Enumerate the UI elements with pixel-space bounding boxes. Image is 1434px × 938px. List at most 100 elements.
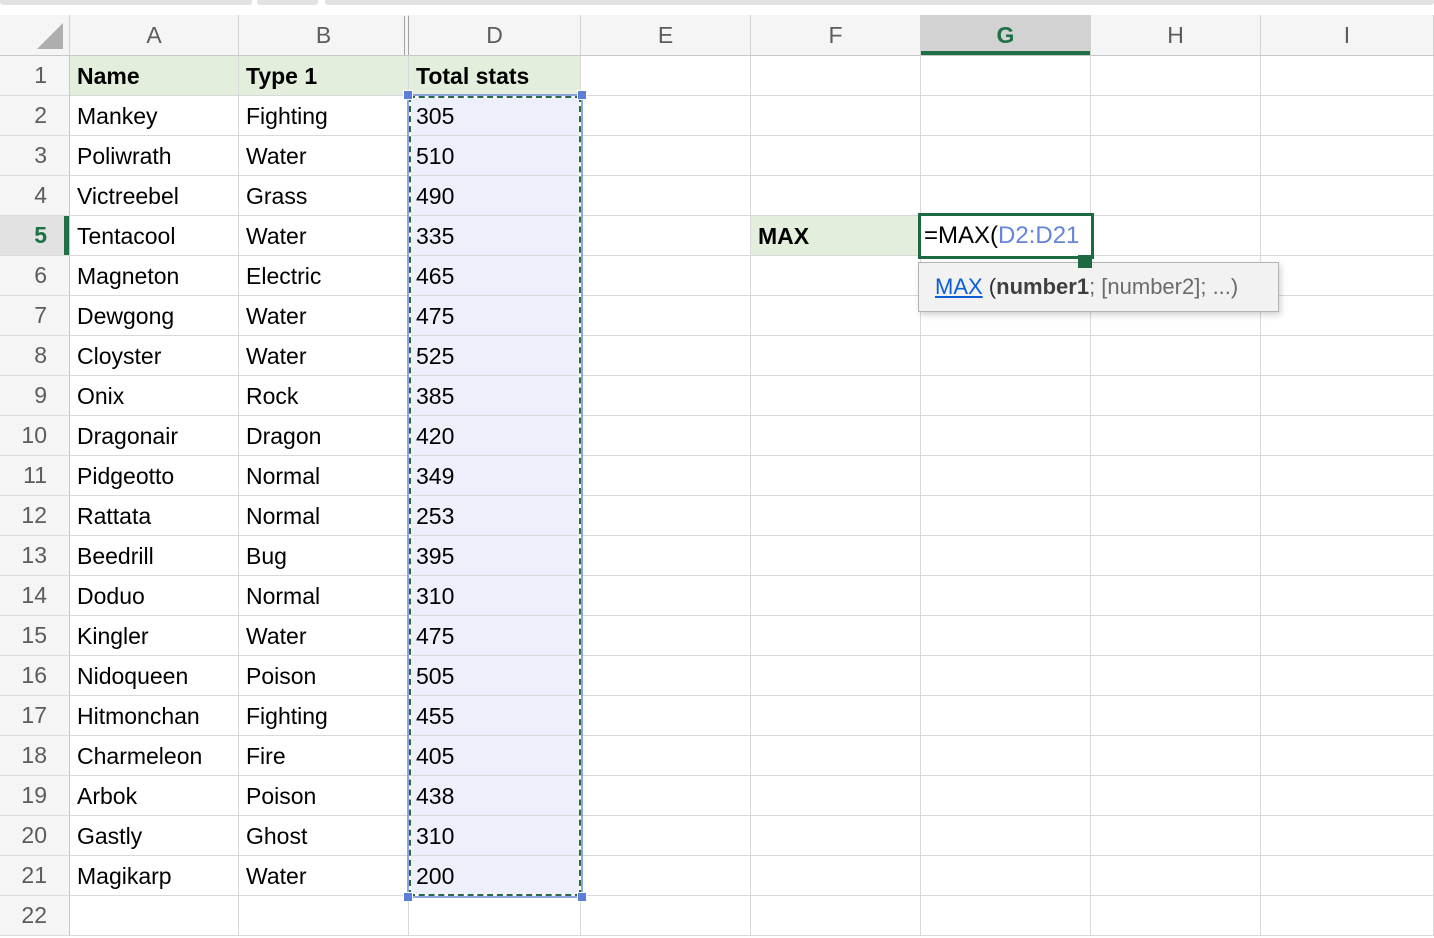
cell-H1[interactable] [1091, 56, 1261, 96]
cell-H12[interactable] [1091, 496, 1261, 536]
cell-H20[interactable] [1091, 816, 1261, 856]
cell-A22[interactable] [70, 896, 239, 936]
cell-A8[interactable]: Cloyster [70, 336, 239, 376]
cell-H18[interactable] [1091, 736, 1261, 776]
cell-G18[interactable] [921, 736, 1091, 776]
column-header-I[interactable]: I [1261, 15, 1434, 56]
cell-H15[interactable] [1091, 616, 1261, 656]
column-header-E[interactable]: E [581, 15, 751, 56]
cell-D8[interactable]: 525 [409, 336, 581, 376]
cell-D5[interactable]: 335 [409, 216, 581, 256]
row-header-17[interactable]: 17 [0, 696, 70, 736]
selection-handle-top-left[interactable] [403, 90, 413, 100]
cell-B3[interactable]: Water [239, 136, 409, 176]
cell-D6[interactable]: 465 [409, 256, 581, 296]
cell-E20[interactable] [581, 816, 751, 856]
cell-G8[interactable] [921, 336, 1091, 376]
cell-F19[interactable] [751, 776, 921, 816]
cell-I3[interactable] [1261, 136, 1434, 176]
cell-E14[interactable] [581, 576, 751, 616]
cell-E8[interactable] [581, 336, 751, 376]
cell-G21[interactable] [921, 856, 1091, 896]
cell-B6[interactable]: Electric [239, 256, 409, 296]
row-header-4[interactable]: 4 [0, 176, 70, 216]
cell-H9[interactable] [1091, 376, 1261, 416]
cell-D9[interactable]: 385 [409, 376, 581, 416]
cell-E5[interactable] [581, 216, 751, 256]
column-header-F[interactable]: F [751, 15, 921, 56]
cell-B11[interactable]: Normal [239, 456, 409, 496]
cell-G17[interactable] [921, 696, 1091, 736]
row-header-3[interactable]: 3 [0, 136, 70, 176]
cell-F14[interactable] [751, 576, 921, 616]
cell-F18[interactable] [751, 736, 921, 776]
selection-handle-bottom-right[interactable] [577, 892, 587, 902]
cell-E15[interactable] [581, 616, 751, 656]
row-header-6[interactable]: 6 [0, 256, 70, 296]
cell-F10[interactable] [751, 416, 921, 456]
cell-H4[interactable] [1091, 176, 1261, 216]
cell-E9[interactable] [581, 376, 751, 416]
cell-D19[interactable]: 438 [409, 776, 581, 816]
cell-G13[interactable] [921, 536, 1091, 576]
cell-G22[interactable] [921, 896, 1091, 936]
cell-A6[interactable]: Magneton [70, 256, 239, 296]
cell-G14[interactable] [921, 576, 1091, 616]
cell-F7[interactable] [751, 296, 921, 336]
cell-B13[interactable]: Bug [239, 536, 409, 576]
cell-I8[interactable] [1261, 336, 1434, 376]
cell-F16[interactable] [751, 656, 921, 696]
row-header-11[interactable]: 11 [0, 456, 70, 496]
cell-H11[interactable] [1091, 456, 1261, 496]
cell-D22[interactable] [409, 896, 581, 936]
cell-H22[interactable] [1091, 896, 1261, 936]
cell-E6[interactable] [581, 256, 751, 296]
cell-E11[interactable] [581, 456, 751, 496]
cell-B2[interactable]: Fighting [239, 96, 409, 136]
row-header-7[interactable]: 7 [0, 296, 70, 336]
cell-F4[interactable] [751, 176, 921, 216]
cell-B14[interactable]: Normal [239, 576, 409, 616]
cell-H3[interactable] [1091, 136, 1261, 176]
cell-D10[interactable]: 420 [409, 416, 581, 456]
cell-I18[interactable] [1261, 736, 1434, 776]
cell-E17[interactable] [581, 696, 751, 736]
cell-G19[interactable] [921, 776, 1091, 816]
row-header-12[interactable]: 12 [0, 496, 70, 536]
row-header-22[interactable]: 22 [0, 896, 70, 936]
column-header-D[interactable]: D [409, 15, 581, 56]
cell-E10[interactable] [581, 416, 751, 456]
row-header-5[interactable]: 5 [0, 216, 70, 256]
cell-A19[interactable]: Arbok [70, 776, 239, 816]
cell-H13[interactable] [1091, 536, 1261, 576]
cell-A20[interactable]: Gastly [70, 816, 239, 856]
cell-I2[interactable] [1261, 96, 1434, 136]
cell-F1[interactable] [751, 56, 921, 96]
cell-E4[interactable] [581, 176, 751, 216]
cell-A16[interactable]: Nidoqueen [70, 656, 239, 696]
cell-H5[interactable] [1091, 216, 1261, 256]
cell-D14[interactable]: 310 [409, 576, 581, 616]
cell-D7[interactable]: 475 [409, 296, 581, 336]
cell-A9[interactable]: Onix [70, 376, 239, 416]
cell-A12[interactable]: Rattata [70, 496, 239, 536]
cell-I10[interactable] [1261, 416, 1434, 456]
cell-H17[interactable] [1091, 696, 1261, 736]
row-header-16[interactable]: 16 [0, 656, 70, 696]
fill-handle[interactable] [1078, 255, 1092, 268]
cell-B9[interactable]: Rock [239, 376, 409, 416]
cell-E22[interactable] [581, 896, 751, 936]
cell-B5[interactable]: Water [239, 216, 409, 256]
cell-A21[interactable]: Magikarp [70, 856, 239, 896]
cell-I1[interactable] [1261, 56, 1434, 96]
cell-G9[interactable] [921, 376, 1091, 416]
tooltip-function-link[interactable]: MAX [935, 274, 983, 300]
cell-E19[interactable] [581, 776, 751, 816]
cell-I9[interactable] [1261, 376, 1434, 416]
cell-B19[interactable]: Poison [239, 776, 409, 816]
cell-I14[interactable] [1261, 576, 1434, 616]
cell-D12[interactable]: 253 [409, 496, 581, 536]
cell-A5[interactable]: Tentacool [70, 216, 239, 256]
cell-I11[interactable] [1261, 456, 1434, 496]
cell-G15[interactable] [921, 616, 1091, 656]
